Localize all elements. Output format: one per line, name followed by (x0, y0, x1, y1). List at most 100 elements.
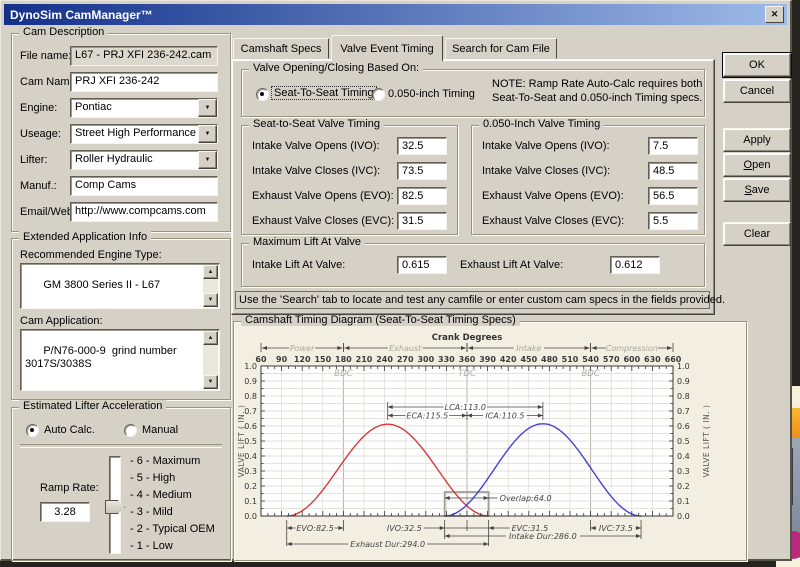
lifter-accel-title: Estimated Lifter Acceleration (19, 400, 166, 412)
engine-value[interactable]: Pontiac (70, 98, 218, 118)
tab-search-for-cam-file[interactable]: Search for Cam File (445, 38, 557, 59)
svg-text:0.9: 0.9 (244, 377, 257, 386)
svg-text:0.7: 0.7 (677, 407, 690, 416)
scale-label-4: - 4 - Medium (130, 489, 192, 501)
svg-text:300: 300 (417, 355, 434, 364)
svg-text:Power: Power (290, 344, 315, 353)
svg-text:VALVE LIFT ( IN. ): VALVE LIFT ( IN. ) (702, 405, 711, 478)
close-icon[interactable]: ✕ (765, 6, 784, 23)
window-title: DynoSim CamManager™ (10, 8, 153, 22)
extended-info-title: Extended Application Info (19, 231, 151, 243)
title-bar: DynoSim CamManager™ ✕ (4, 4, 787, 25)
svg-text:LCA:113.0: LCA:113.0 (445, 403, 486, 412)
svg-text:150: 150 (314, 355, 331, 364)
scale-label-2: - 2 - Typical OEM (130, 523, 215, 535)
seat-evc-field[interactable]: 31.5 (397, 212, 447, 230)
svg-text:0.9: 0.9 (677, 377, 690, 386)
svg-text:120: 120 (294, 355, 311, 364)
cam-description-group: Cam Description File name: L67 - PRJ XFI… (11, 33, 231, 232)
manuf-field[interactable]: Comp Cams (70, 176, 218, 196)
inch-evo-field[interactable]: 56.5 (648, 187, 698, 205)
tab-valve-event-timing[interactable]: Valve Event Timing (331, 35, 443, 61)
svg-text:480: 480 (541, 355, 558, 364)
cam-name-field[interactable]: PRJ XFI 236-242 (70, 72, 218, 92)
auto-calc-radio[interactable] (26, 424, 39, 437)
dynosim-cammanager-dialog: DynoSim CamManager™ ✕ Cam Description Fi… (0, 0, 792, 561)
scrollbar[interactable]: ▲ ▼ (203, 265, 218, 307)
camshaft-timing-diagram: 6090120150180210240270300330360390420450… (235, 330, 743, 556)
cam-application-textarea[interactable]: P/N76-000-9 grind number 3017S/3038S ▲ ▼ (20, 329, 220, 391)
inch-ivc-field[interactable]: 48.5 (648, 162, 698, 180)
scroll-down-icon[interactable]: ▼ (203, 293, 218, 307)
exhaust-lift-field[interactable]: 0.612 (610, 256, 660, 274)
svg-text:ECA:115.5: ECA:115.5 (406, 411, 448, 420)
basis-note-line1: NOTE: Ramp Rate Auto-Calc requires both (492, 78, 702, 90)
useage-value[interactable]: Street High Performance (70, 124, 218, 144)
svg-text:Exhaust: Exhaust (389, 344, 422, 353)
svg-text:330: 330 (438, 355, 455, 364)
inch-evo-label: Exhaust Valve Opens (EVO): (482, 190, 624, 202)
scroll-down-icon[interactable]: ▼ (203, 375, 218, 389)
seat-evo-field[interactable]: 82.5 (397, 187, 447, 205)
svg-text:Crank Degrees: Crank Degrees (432, 333, 503, 343)
inch-ivc-label: Intake Valve Closes (IVC): (482, 165, 610, 177)
svg-text:0.1: 0.1 (244, 497, 257, 506)
extended-info-group: Extended Application Info Recommended En… (11, 238, 231, 400)
intake-lift-field[interactable]: 0.615 (397, 256, 447, 274)
open-button[interactable]: Open (723, 153, 791, 177)
svg-text:0.6: 0.6 (677, 422, 690, 431)
email-web-field[interactable]: http://www.compcams.com (70, 202, 218, 222)
seat-ivc-field[interactable]: 73.5 (397, 162, 447, 180)
svg-text:240: 240 (376, 355, 393, 364)
svg-text:450: 450 (520, 355, 537, 364)
scroll-up-icon[interactable]: ▲ (203, 265, 218, 279)
svg-text:0.6: 0.6 (244, 422, 257, 431)
inch-timing-radio[interactable] (372, 88, 385, 101)
seat-evc-label: Exhaust Valve Closes (EVC): (252, 215, 394, 227)
manual-label[interactable]: Manual (142, 424, 178, 436)
clear-button[interactable]: Clear (723, 222, 791, 246)
lifter-label: Lifter: (20, 154, 48, 166)
engine-select[interactable]: Pontiac ▼ (70, 98, 218, 118)
inch-ivo-field[interactable]: 7.5 (648, 137, 698, 155)
seat-ivo-field[interactable]: 32.5 (397, 137, 447, 155)
engine-type-textarea[interactable]: GM 3800 Series II - L67 ▲ ▼ (20, 263, 220, 309)
lifter-select[interactable]: Roller Hydraulic ▼ (70, 150, 218, 170)
svg-text:420: 420 (500, 355, 517, 364)
svg-text:0.0: 0.0 (677, 512, 690, 521)
dropdown-arrow-icon[interactable]: ▼ (198, 125, 217, 143)
engine-label: Engine: (20, 102, 57, 114)
ramp-rate-slider-thumb[interactable] (105, 500, 125, 514)
useage-select[interactable]: Street High Performance ▼ (70, 124, 218, 144)
scale-label-5: - 5 - High (130, 472, 175, 484)
seat-to-seat-label[interactable]: Seat-To-Seat Timing (272, 87, 376, 99)
svg-text:Intake: Intake (516, 344, 541, 353)
ramp-rate-label: Ramp Rate: (40, 482, 99, 494)
auto-calc-label[interactable]: Auto Calc. (44, 424, 95, 436)
scrollbar[interactable]: ▲ ▼ (203, 331, 218, 389)
svg-text:210: 210 (356, 355, 373, 364)
engine-type-value: GM 3800 Series II - L67 (43, 279, 160, 291)
svg-text:VALVE LIFT ( IN. ): VALVE LIFT ( IN. ) (237, 405, 246, 478)
tab-camshaft-specs[interactable]: Camshaft Specs (233, 38, 329, 59)
manual-radio[interactable] (124, 424, 137, 437)
save-button[interactable]: Save (723, 178, 791, 202)
dropdown-arrow-icon[interactable]: ▼ (198, 151, 217, 169)
cancel-button[interactable]: Cancel (723, 79, 791, 103)
scroll-up-icon[interactable]: ▲ (203, 331, 218, 345)
cam-application-value: P/N76-000-9 grind number 3017S/3038S (25, 345, 177, 370)
basis-note-line2: Seat-To-Seat and 0.050-inch Timing specs… (492, 92, 702, 104)
cam-application-label: Cam Application: (20, 315, 103, 327)
seat-timing-title: Seat-to-Seat Valve Timing (249, 118, 384, 130)
dropdown-arrow-icon[interactable]: ▼ (198, 99, 217, 117)
ok-button[interactable]: OK (723, 53, 791, 77)
inch-timing-label[interactable]: 0.050-inch Timing (388, 88, 475, 100)
svg-text:0.8: 0.8 (677, 392, 690, 401)
inch-evc-field[interactable]: 5.5 (648, 212, 698, 230)
apply-button[interactable]: Apply (723, 128, 791, 152)
svg-text:90: 90 (276, 355, 288, 364)
lifter-value[interactable]: Roller Hydraulic (70, 150, 218, 170)
seat-to-seat-radio[interactable] (256, 88, 269, 101)
valve-basis-group: Valve Opening/Closing Based On: Seat-To-… (241, 69, 705, 117)
seat-ivc-label: Intake Valve Closes (IVC): (252, 165, 380, 177)
